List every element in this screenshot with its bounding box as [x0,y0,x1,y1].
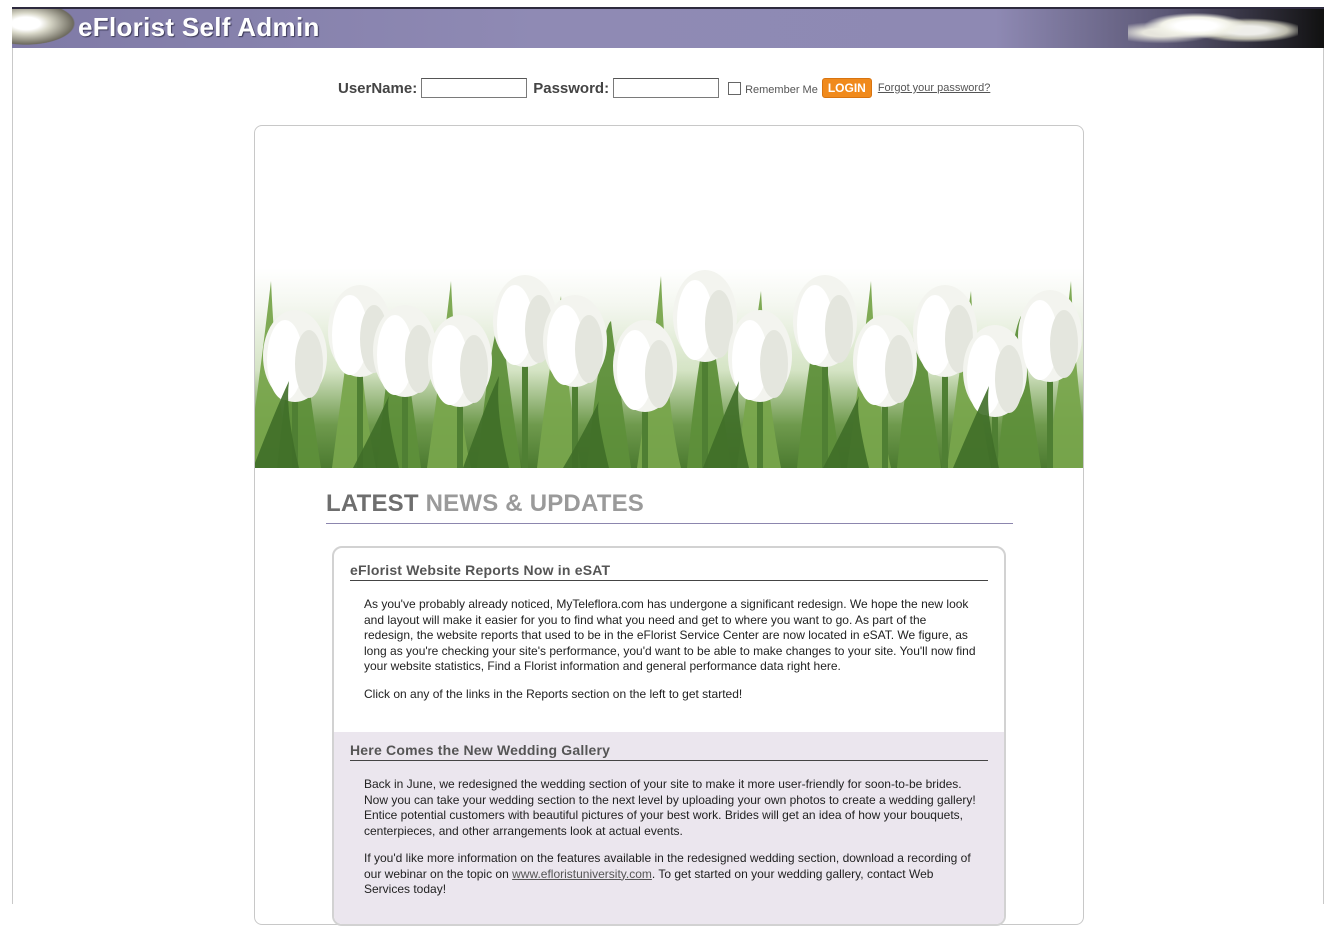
news-section-title: LATEST NEWS & UPDATES [326,490,1013,524]
article-title: eFlorist Website Reports Now in eSAT [350,562,988,581]
tulips-illustration [255,270,1083,468]
article-paragraph: If you'd like more information on the fe… [364,851,976,898]
app-title: eFlorist Self Admin [78,12,320,42]
username-label: UserName: [338,79,418,97]
news-box: eFlorist Website Reports Now in eSAT As … [332,546,1006,926]
username-input[interactable] [421,78,528,98]
article-paragraph: As you've probably already noticed, MyTe… [364,597,976,673]
remember-me-checkbox[interactable] [728,81,742,95]
forgot-password-link[interactable]: Forgot your password? [878,82,991,94]
article-body: As you've probably already noticed, MyTe… [348,581,990,702]
remember-me-label: Remember Me [745,83,818,96]
tulip-banner-image [255,251,1083,468]
news-title-secondary: NEWS & UPDATES [425,490,644,517]
eflorist-university-link[interactable]: www.efloristuniversity.com [512,867,652,881]
news-article: Here Comes the New Wedding Gallery Back … [334,732,1004,924]
password-input[interactable] [613,78,720,98]
app-header: eFlorist Self Admin [12,7,1324,48]
news-title-primary: LATEST [326,490,419,517]
orchid-decoration-left [12,9,82,48]
article-paragraph: Back in June, we redesigned the wedding … [364,777,976,838]
orchid-decoration-right [1128,9,1298,48]
password-label: Password: [533,79,610,97]
news-article: eFlorist Website Reports Now in eSAT As … [334,562,1004,714]
article-paragraph: Click on any of the links in the Reports… [364,686,743,701]
article-body: Back in June, we redesigned the wedding … [348,761,990,898]
article-title: Here Comes the New Wedding Gallery [350,742,988,761]
login-button[interactable]: LOGIN [821,78,872,98]
login-bar: UserName: Password: Remember Me LOGIN Fo… [338,76,990,100]
